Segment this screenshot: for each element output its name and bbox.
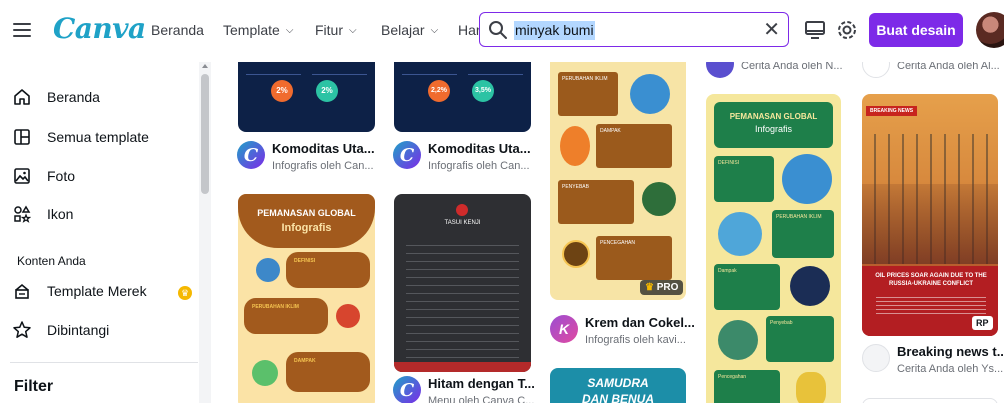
- template-meta[interactable]: K Krem dan Cokel... Infografis oleh kavi.…: [550, 315, 695, 346]
- canva-avatar-icon: C: [237, 141, 265, 169]
- template-meta[interactable]: Cerita Anda oleh N...: [706, 62, 843, 78]
- canva-avatar-icon: C: [393, 141, 421, 169]
- search-results-grid: 2% 2% C Komoditas Uta... Infografis oleh …: [212, 62, 1004, 403]
- creator-avatar-icon: [862, 62, 890, 78]
- sidebar-item-template-merek[interactable]: Template Merek: [12, 279, 147, 303]
- creator-avatar-icon: K: [550, 315, 578, 343]
- sidebar-item-beranda[interactable]: Beranda: [12, 85, 100, 109]
- shapes-icon: [12, 204, 32, 224]
- stat-circle: 2%: [271, 80, 293, 102]
- template-card[interactable]: PEMANASAN GLOBAL Infografis DEFINISI PER…: [238, 194, 375, 403]
- star-icon: [12, 320, 32, 340]
- template-card[interactable]: PERUBAHAN IKLIM DAMPAK PENYEBAB PENCEGAH…: [550, 62, 686, 300]
- sidebar-scrollbar[interactable]: [199, 62, 211, 403]
- chevron-down-icon: ⌵: [285, 24, 294, 36]
- stat-circle: 2%: [316, 80, 338, 102]
- nav-template[interactable]: Template ⌵: [223, 22, 293, 38]
- pro-badge: ♛ PRO: [640, 280, 684, 295]
- search-icon: [489, 21, 507, 39]
- brand-template-icon: [12, 281, 32, 301]
- crown-icon: ♛: [645, 282, 654, 293]
- stat-circle: 2,2%: [428, 80, 450, 102]
- settings-icon[interactable]: [834, 17, 860, 43]
- nav-fitur[interactable]: Fitur ⌵: [315, 22, 357, 38]
- desktop-app-icon[interactable]: [802, 17, 828, 43]
- home-icon: [12, 87, 32, 107]
- create-design-button[interactable]: Buat desain: [869, 13, 963, 47]
- template-grid-icon: [12, 127, 32, 147]
- template-card[interactable]: PEMANASAN GLOBAL Infografis DEFINISI PER…: [706, 94, 841, 403]
- section-heading-konten-anda: Konten Anda: [17, 254, 86, 268]
- stat-circle: 3,5%: [472, 80, 494, 102]
- template-meta[interactable]: C Komoditas Uta... Infografis oleh Can...: [237, 141, 375, 172]
- scroll-up-arrow-icon[interactable]: [202, 64, 208, 68]
- template-card[interactable]: SAMUDRA DAN BENUA: [550, 368, 686, 403]
- sidebar-item-semua-template[interactable]: Semua template: [12, 125, 149, 149]
- clear-search-icon[interactable]: ✕: [763, 18, 780, 42]
- template-meta[interactable]: C Komoditas Uta... Infografis oleh Can...: [393, 141, 531, 172]
- scrollbar-thumb[interactable]: [201, 74, 209, 194]
- rp-badge: RP: [972, 316, 993, 330]
- search-query[interactable]: minyak bumi: [514, 21, 595, 40]
- template-card[interactable]: 2,2% 3,5%: [394, 62, 531, 132]
- sidebar-item-dibintangi[interactable]: Dibintangi: [12, 318, 109, 342]
- nav-beranda[interactable]: Beranda: [151, 22, 204, 38]
- chevron-down-icon: ⌵: [430, 24, 439, 36]
- menu-icon[interactable]: [10, 18, 34, 42]
- filter-heading: Filter: [14, 378, 54, 395]
- template-card[interactable]: BREAKING NEWS OIL PRICES SOAR AGAIN DUE …: [862, 94, 998, 336]
- sidebar-item-foto[interactable]: Foto: [12, 164, 75, 188]
- crown-badge-icon: ♛: [178, 286, 192, 300]
- chevron-down-icon: ⌵: [349, 24, 357, 36]
- nav-harga[interactable]: Har: [458, 22, 481, 38]
- sidebar-item-ikon[interactable]: Ikon: [12, 202, 73, 226]
- search-input[interactable]: minyak bumi ✕: [479, 12, 789, 47]
- avatar[interactable]: [976, 12, 1004, 48]
- canva-avatar-icon: C: [393, 376, 421, 403]
- template-card[interactable]: TASUI KENJI: [394, 194, 531, 372]
- creator-avatar-icon: [706, 62, 734, 78]
- sidebar: Beranda Semua template Foto Ikon Konten …: [0, 62, 212, 403]
- photo-icon: [12, 166, 32, 186]
- template-meta[interactable]: Cerita Anda oleh Al...: [862, 62, 1000, 78]
- nav-belajar[interactable]: Belajar ⌵: [381, 22, 438, 38]
- template-meta[interactable]: C Hitam dengan T... Menu oleh Canva C...: [393, 376, 535, 403]
- template-card[interactable]: 2% 2%: [238, 62, 375, 132]
- top-bar: Canva Beranda Template ⌵ Fitur ⌵ Belajar ⌵ …: [0, 0, 1004, 62]
- canva-logo[interactable]: Canva: [53, 12, 146, 45]
- template-card[interactable]: [862, 398, 998, 403]
- creator-avatar-icon: [862, 344, 890, 372]
- sidebar-divider: [10, 362, 198, 363]
- template-meta[interactable]: Breaking news t... Cerita Anda oleh Ys...: [862, 344, 1004, 375]
